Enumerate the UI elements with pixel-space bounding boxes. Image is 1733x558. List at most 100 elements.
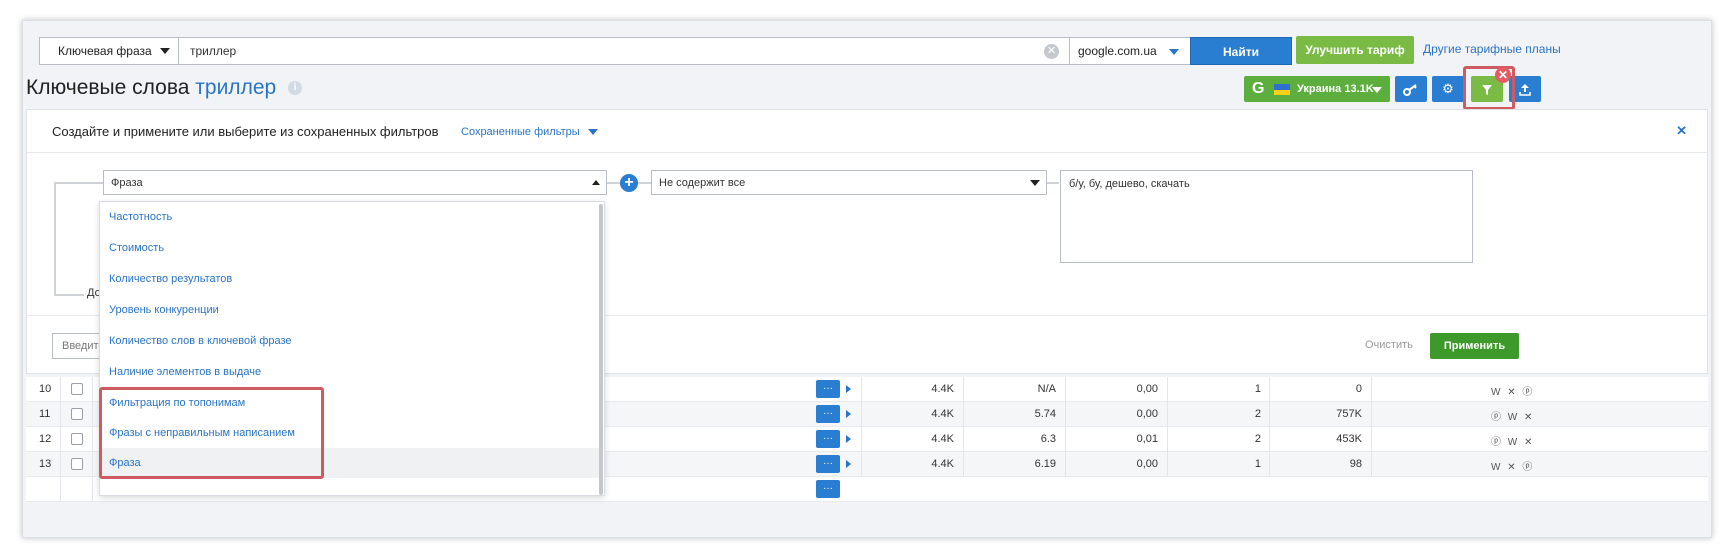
column-divider xyxy=(60,377,61,402)
column-divider xyxy=(60,427,61,452)
row-checkbox[interactable] xyxy=(71,408,83,420)
column-divider xyxy=(60,402,61,427)
comment-icon[interactable]: ··· xyxy=(816,480,840,498)
upload-icon xyxy=(1519,83,1531,96)
column-divider xyxy=(92,402,93,427)
competition-cell: 0,00 xyxy=(1136,408,1158,420)
filter-condition-value: Не содержит все xyxy=(659,177,746,189)
cpc-cell: N/A xyxy=(1037,383,1056,395)
row-number: 12 xyxy=(39,433,52,445)
dropdown-item[interactable]: Наличие элементов в выдаче xyxy=(100,357,600,387)
column-divider xyxy=(1371,377,1372,402)
add-rule-button[interactable]: + xyxy=(620,174,638,192)
search-engine-label: google.com.ua xyxy=(1078,44,1157,58)
settings-button[interactable]: ⚙ xyxy=(1432,76,1464,102)
frequency-cell: 4.4K xyxy=(931,433,954,445)
google-icon: G xyxy=(1252,80,1265,97)
filter-condition-select[interactable]: Не содержит все xyxy=(651,170,1047,195)
serp-elements-icons: ⓟ W ✕ xyxy=(1491,437,1535,448)
clear-button[interactable]: Очистить xyxy=(1365,339,1413,351)
dropdown-item[interactable]: Частотность xyxy=(100,202,600,232)
upgrade-plan-button[interactable]: Улучшить тариф xyxy=(1296,36,1414,64)
filter-field-select[interactable]: Фраза xyxy=(103,170,607,195)
cpc-cell: 6.3 xyxy=(1040,433,1056,445)
column-divider xyxy=(1269,402,1270,427)
dropdown-item[interactable]: Уровень конкуренции xyxy=(100,295,600,325)
competition-cell: 0,00 xyxy=(1136,458,1158,470)
apply-button[interactable]: Применить xyxy=(1430,333,1519,359)
filter-panel-header: Создайте и примените или выберите из сох… xyxy=(27,110,1707,153)
words-cell: 2 xyxy=(1254,433,1261,445)
row-number: 11 xyxy=(39,408,51,420)
row-number: 13 xyxy=(39,458,52,470)
column-divider xyxy=(1269,427,1270,452)
column-divider xyxy=(1065,377,1066,402)
clear-icon[interactable]: ✕ xyxy=(1044,44,1059,59)
row-checkbox[interactable] xyxy=(71,458,83,470)
cpc-cell: 5.74 xyxy=(1034,408,1056,420)
column-divider xyxy=(60,477,61,502)
chevron-up-icon xyxy=(592,180,600,185)
competition-cell: 0,00 xyxy=(1136,383,1158,395)
key-button[interactable] xyxy=(1395,76,1427,102)
dropdown-item[interactable]: Количество результатов xyxy=(100,264,600,294)
serp-elements-icons: W ✕ ⓟ xyxy=(1491,462,1535,473)
filter-values-input[interactable]: б/у, бу, дешево, скачать 2 xyxy=(1060,170,1473,263)
chevron-right-icon[interactable] xyxy=(846,435,851,443)
frequency-cell: 4.4K xyxy=(931,408,954,420)
serp-elements-icons: ⓟ W ✕ xyxy=(1491,412,1535,423)
results-cell: 0 xyxy=(1355,383,1362,395)
comment-icon[interactable]: ··· xyxy=(816,405,840,423)
column-divider xyxy=(1371,402,1372,427)
competition-cell: 0,01 xyxy=(1136,433,1158,445)
cpc-cell: 6.19 xyxy=(1034,458,1056,470)
comment-icon[interactable]: ··· xyxy=(816,380,840,398)
row-checkbox[interactable] xyxy=(71,433,83,445)
tree-connector xyxy=(54,182,56,295)
dropdown-scrollbar[interactable] xyxy=(599,204,603,495)
search-engine-select[interactable]: google.com.ua xyxy=(1069,38,1189,64)
info-icon[interactable]: i xyxy=(288,81,303,96)
page-title: Ключевые слова триллер i xyxy=(26,76,303,100)
search-input[interactable] xyxy=(190,44,1010,58)
serp-elements-icons: W ✕ ⓟ xyxy=(1491,387,1535,398)
other-plans-link[interactable]: Другие тарифные планы xyxy=(1423,42,1561,56)
chevron-right-icon[interactable] xyxy=(846,410,851,418)
close-badge-icon[interactable]: ✕ xyxy=(1495,67,1511,83)
comment-icon[interactable]: ··· xyxy=(816,455,840,473)
column-divider xyxy=(92,477,93,502)
page-title-keyword: триллер xyxy=(195,76,277,99)
chevron-down-icon xyxy=(587,129,598,136)
find-button[interactable]: Найти xyxy=(1190,37,1292,65)
words-cell: 1 xyxy=(1254,458,1261,470)
close-icon[interactable]: ✕ xyxy=(1676,123,1687,139)
dropdown-item[interactable]: Количество слов в ключевой фразе xyxy=(100,326,600,356)
column-divider xyxy=(1269,452,1270,477)
key-icon xyxy=(1403,83,1417,96)
column-divider xyxy=(963,402,964,427)
tree-connector xyxy=(54,294,84,296)
words-cell: 1 xyxy=(1254,383,1261,395)
saved-filters-dropdown[interactable]: Сохраненные фильтры xyxy=(461,126,598,138)
column-divider xyxy=(1167,377,1168,402)
search-type-select[interactable]: Ключевая фраза xyxy=(40,38,179,64)
chevron-right-icon[interactable] xyxy=(846,385,851,393)
dropdown-item[interactable]: Стоимость xyxy=(100,233,600,263)
region-select-button[interactable]: G Украина 13.1K xyxy=(1244,76,1390,102)
comment-icon[interactable]: ··· xyxy=(816,430,840,448)
page-title-prefix: Ключевые слова xyxy=(26,76,190,99)
words-cell: 2 xyxy=(1254,408,1261,420)
row-checkbox[interactable] xyxy=(71,383,83,395)
region-label: Украина 13.1K xyxy=(1297,83,1374,95)
chevron-down-icon xyxy=(160,48,170,54)
column-divider xyxy=(1371,452,1372,477)
results-cell: 453K xyxy=(1336,433,1362,445)
column-divider xyxy=(1065,402,1066,427)
column-divider xyxy=(1167,427,1168,452)
column-divider xyxy=(963,427,964,452)
results-cell: 98 xyxy=(1349,458,1362,470)
column-divider xyxy=(92,377,93,402)
chevron-right-icon[interactable] xyxy=(846,460,851,468)
ukraine-flag-icon xyxy=(1274,84,1290,95)
column-divider xyxy=(1065,427,1066,452)
